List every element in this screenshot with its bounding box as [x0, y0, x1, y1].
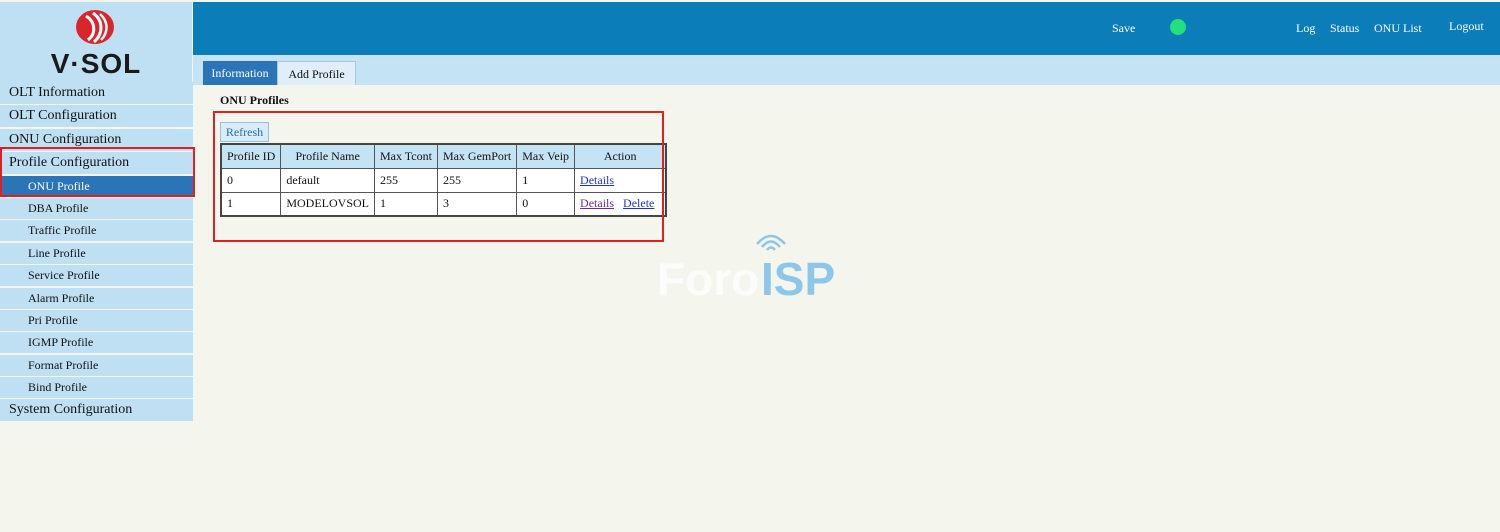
cell-action: Details [574, 167, 667, 193]
wifi-waves-icon [756, 234, 786, 251]
top-header: Save Log Status ONU List Logout [193, 2, 1500, 55]
column-header-profile-name: Profile Name [280, 143, 375, 169]
sidebar: OLT Information OLT Configuration ONU Co… [0, 82, 193, 423]
refresh-button[interactable]: Refresh [220, 122, 269, 142]
delete-link[interactable]: Delete [623, 196, 654, 210]
cell-profile-id: 0 [220, 167, 282, 193]
cell-max-gemport: 255 [436, 167, 518, 193]
table-row: 1 MODELOVSOL 1 3 0 Details Delete [220, 191, 667, 217]
logo-text: V·SOL [50, 48, 142, 79]
cell-action: Details Delete [574, 191, 667, 217]
watermark: Foro ISP [657, 230, 857, 305]
save-link[interactable]: Save [1112, 21, 1135, 36]
onu-profiles-table: Profile ID Profile Name Max Tcont Max Ge… [220, 143, 668, 217]
watermark-text-isp: ISP [761, 253, 836, 305]
sidebar-item-onu-profile[interactable]: ONU Profile [0, 175, 193, 197]
tab-add-profile[interactable]: Add Profile [277, 61, 356, 85]
sidebar-item-olt-information[interactable]: OLT Information [0, 82, 193, 104]
sidebar-item-pri-profile[interactable]: Pri Profile [0, 309, 193, 331]
column-header-max-gemport: Max GemPort [436, 143, 518, 169]
cell-profile-name: MODELOVSOL [280, 191, 375, 217]
sidebar-item-olt-configuration[interactable]: OLT Configuration [0, 105, 193, 128]
tab-information[interactable]: Information [203, 61, 277, 85]
watermark-text-foro: Foro [657, 253, 760, 305]
table-header-row: Profile ID Profile Name Max Tcont Max Ge… [220, 143, 667, 169]
cell-max-gemport: 3 [436, 191, 518, 217]
sidebar-item-service-profile[interactable]: Service Profile [0, 265, 193, 287]
cell-profile-name: default [280, 167, 375, 193]
tab-strip: Information Add Profile [193, 55, 1500, 85]
details-link[interactable]: Details [580, 173, 614, 187]
sidebar-item-line-profile[interactable]: Line Profile [0, 242, 193, 264]
cell-max-tcont: 1 [374, 191, 438, 217]
sidebar-item-traffic-profile[interactable]: Traffic Profile [0, 220, 193, 242]
table-row: 0 default 255 255 1 Details [220, 167, 667, 193]
status-indicator-icon [1170, 19, 1186, 35]
status-link[interactable]: Status [1330, 21, 1359, 36]
section-title: ONU Profiles [220, 93, 289, 107]
sidebar-item-dba-profile[interactable]: DBA Profile [0, 197, 193, 219]
vsol-logo-icon [76, 10, 114, 44]
sidebar-item-system-configuration[interactable]: System Configuration [0, 399, 193, 422]
cell-profile-id: 1 [220, 191, 282, 217]
details-link[interactable]: Details [580, 196, 614, 210]
sidebar-item-onu-configuration[interactable]: ONU Configuration [0, 128, 193, 151]
onu-list-link[interactable]: ONU List [1374, 21, 1422, 36]
sidebar-item-profile-configuration[interactable]: Profile Configuration [0, 152, 193, 175]
sidebar-item-format-profile[interactable]: Format Profile [0, 354, 193, 376]
log-link[interactable]: Log [1296, 21, 1315, 36]
column-header-max-veip: Max Veip [516, 143, 576, 169]
logo: V·SOL [0, 2, 192, 82]
sidebar-item-alarm-profile[interactable]: Alarm Profile [0, 287, 193, 309]
column-header-action: Action [574, 143, 667, 169]
cell-max-veip: 1 [516, 167, 576, 193]
column-header-profile-id: Profile ID [220, 143, 282, 169]
sidebar-item-igmp-profile[interactable]: IGMP Profile [0, 332, 193, 354]
logout-link[interactable]: Logout [1449, 19, 1484, 34]
sidebar-item-bind-profile[interactable]: Bind Profile [0, 377, 193, 399]
cell-max-tcont: 255 [374, 167, 438, 193]
cell-max-veip: 0 [516, 191, 576, 217]
column-header-max-tcont: Max Tcont [374, 143, 438, 169]
